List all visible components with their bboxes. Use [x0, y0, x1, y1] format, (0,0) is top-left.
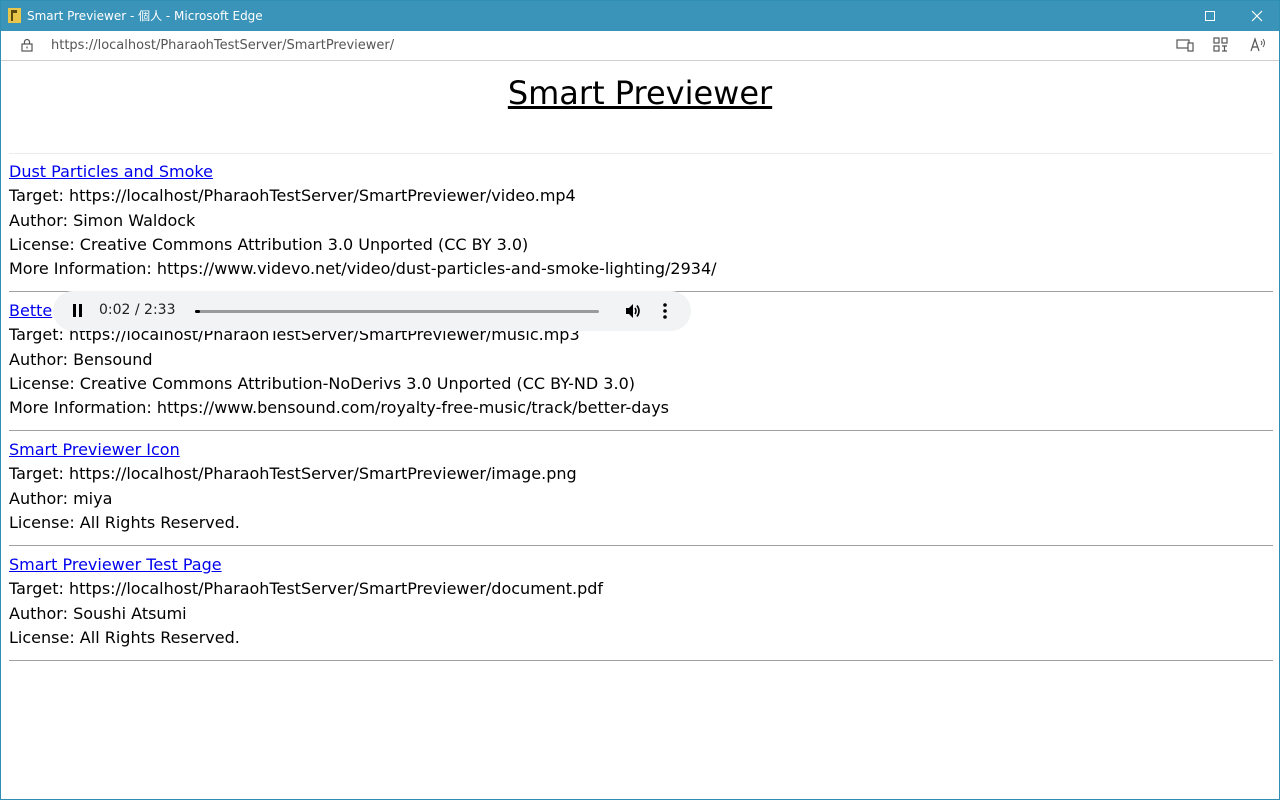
entry-link[interactable]: Smart Previewer Icon: [9, 440, 180, 459]
divider: [9, 153, 1273, 154]
close-icon: [1251, 10, 1263, 22]
entry-target: Target: https://localhost/PharaohTestSer…: [9, 186, 576, 206]
entry-link[interactable]: Smart Previewer Test Page: [9, 555, 222, 574]
entry-more-info: More Information: https://www.bensound.c…: [9, 398, 669, 418]
entry-author: Author: miya: [9, 488, 113, 508]
maximize-button[interactable]: [1187, 1, 1233, 31]
pause-button[interactable]: [71, 304, 85, 318]
app-icon: [8, 8, 21, 23]
window-title: Smart Previewer - 個人 - Microsoft Edge: [27, 9, 263, 23]
divider: [9, 430, 1273, 432]
entry-target: Target: https://localhost/PharaohTestSer…: [9, 464, 577, 484]
divider: [9, 545, 1273, 547]
close-button[interactable]: [1234, 1, 1280, 31]
entry-license: License: Creative Commons Attribution 3.…: [9, 234, 529, 254]
seek-progress: [195, 310, 201, 313]
more-options-icon[interactable]: [661, 302, 669, 320]
entry-link[interactable]: Bette: [9, 301, 52, 320]
entry-author: Author: Bensound: [9, 349, 153, 369]
address-bar: https://localhost/PharaohTestServer/Smar…: [1, 31, 1279, 61]
page-title: Smart Previewer: [507, 74, 773, 112]
pause-icon: [73, 304, 76, 317]
list-item: Dust Particles and Smoke Target: https:/…: [9, 160, 1273, 293]
read-aloud-icon[interactable]: [1249, 37, 1267, 53]
entry-author: Author: Soushi Atsumi: [9, 603, 187, 623]
volume-icon[interactable]: [624, 302, 642, 320]
entry-license: License: Creative Commons Attribution-No…: [9, 373, 635, 393]
list-item: Smart Previewer Icon Target: https://loc…: [9, 438, 1273, 547]
url-field[interactable]: https://localhost/PharaohTestServer/Smar…: [51, 38, 394, 53]
maximize-icon: [1205, 11, 1215, 21]
device-icon[interactable]: [1176, 37, 1194, 53]
seek-bar[interactable]: [195, 310, 599, 313]
entry-more-info: More Information: https://www.videvo.net…: [9, 259, 717, 279]
entry-target: Target: https://localhost/PharaohTestSer…: [9, 579, 604, 599]
entry-author: Author: Simon Waldock: [9, 210, 196, 230]
lock-icon[interactable]: [21, 38, 33, 52]
title-bar: Smart Previewer - 個人 - Microsoft Edge: [1, 1, 1279, 31]
entry-link[interactable]: Dust Particles and Smoke: [9, 162, 213, 181]
browser-window: Smart Previewer - 個人 - Microsoft Edge ht…: [0, 0, 1280, 800]
entry-license: License: All Rights Reserved.: [9, 512, 240, 532]
audio-player[interactable]: 0:02 / 2:33: [53, 291, 691, 331]
apps-icon[interactable]: [1212, 37, 1230, 53]
divider: [9, 660, 1273, 662]
pause-icon-bar: [79, 304, 82, 317]
page-content: Smart Previewer Dust Particles and Smoke…: [1, 61, 1279, 799]
entry-license: License: All Rights Reserved.: [9, 627, 240, 647]
list-item: Smart Previewer Test Page Target: https:…: [9, 553, 1273, 662]
time-display: 0:02 / 2:33: [99, 302, 176, 318]
